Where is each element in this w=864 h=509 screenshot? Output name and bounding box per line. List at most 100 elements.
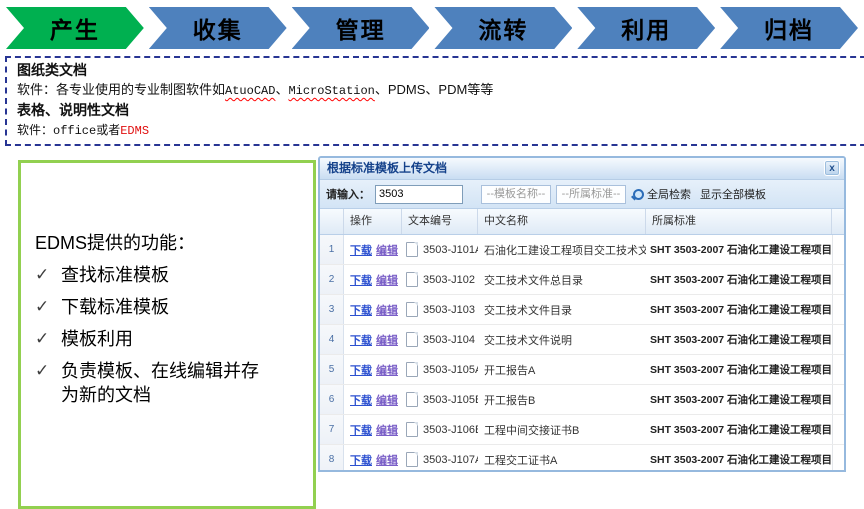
spare-cell bbox=[832, 355, 844, 384]
doc-standard: SHT 3503-2007 石油化工建设工程项目交工... bbox=[646, 415, 832, 444]
edit-link[interactable]: 编辑 bbox=[376, 362, 398, 378]
global-search-label: 全局检索 bbox=[647, 186, 691, 202]
operation-cell: 下载 编辑 bbox=[344, 445, 402, 472]
header-doc-code[interactable]: 文本编号 bbox=[402, 209, 478, 234]
process-step-collect: 收集 bbox=[149, 7, 287, 49]
operation-cell: 下载 编辑 bbox=[344, 265, 402, 294]
table-row[interactable]: 6 下载 编辑 3503-J105B 开工报告B SHT 3503-2007 石… bbox=[320, 385, 844, 415]
download-link[interactable]: 下载 bbox=[350, 362, 372, 378]
document-icon bbox=[406, 392, 418, 407]
spare-cell bbox=[832, 415, 844, 444]
edit-link[interactable]: 编辑 bbox=[376, 302, 398, 318]
process-bar: 产生 收集 管理 流转 利用 归档 bbox=[6, 7, 858, 49]
operation-cell: 下载 编辑 bbox=[344, 235, 402, 264]
edit-link[interactable]: 编辑 bbox=[376, 452, 398, 468]
table-row[interactable]: 7 下载 编辑 3503-J106B 工程中间交接证书B SHT 3503-20… bbox=[320, 415, 844, 445]
table-header: 操作 文本编号 中文名称 所属标准 bbox=[320, 209, 844, 235]
process-step-use: 利用 bbox=[577, 7, 715, 49]
edit-link[interactable]: 编辑 bbox=[376, 242, 398, 258]
table-row[interactable]: 8 下载 编辑 3503-J107A 工程交工证书A SHT 3503-2007… bbox=[320, 445, 844, 472]
document-icon bbox=[406, 302, 418, 317]
document-icon bbox=[406, 422, 418, 437]
doc-standard: SHT 3503-2007 石油化工建设工程项目交工... bbox=[646, 385, 832, 414]
feature-item-label: 模板利用 bbox=[61, 327, 133, 351]
close-icon[interactable]: x bbox=[824, 160, 840, 176]
table-row[interactable]: 4 下载 编辑 3503-J104 交工技术文件说明 SHT 3503-2007… bbox=[320, 325, 844, 355]
check-icon: ✓ bbox=[35, 327, 61, 351]
feature-item: ✓模板利用 bbox=[35, 327, 313, 351]
doc-code: 3503-J106B bbox=[423, 424, 478, 436]
doc-name: 工程交工证书A bbox=[478, 445, 646, 472]
download-link[interactable]: 下载 bbox=[350, 272, 372, 288]
edit-link[interactable]: 编辑 bbox=[376, 272, 398, 288]
doc-name: 交工技术文件目录 bbox=[478, 295, 646, 324]
feature-item: ✓下载标准模板 bbox=[35, 295, 313, 319]
header-chinese-name[interactable]: 中文名称 bbox=[478, 209, 646, 234]
spare-cell bbox=[832, 235, 844, 264]
document-icon bbox=[406, 452, 418, 467]
doc-code-cell: 3503-J101A bbox=[402, 235, 478, 264]
spare-cell bbox=[832, 445, 844, 472]
document-icon bbox=[406, 272, 418, 287]
feature-item-label: 负责模板、在线编辑并存为新的文档 bbox=[61, 359, 267, 407]
doc-standard: SHT 3503-2007 石油化工建设工程项目交工... bbox=[646, 325, 832, 354]
doc-code: 3503-J107A bbox=[423, 454, 478, 466]
edms-feature-list: ✓查找标准模板✓下载标准模板✓模板利用✓负责模板、在线编辑并存为新的文档 bbox=[35, 263, 313, 407]
table-row[interactable]: 5 下载 编辑 3503-J105A 开工报告A SHT 3503-2007 石… bbox=[320, 355, 844, 385]
table-docs-heading: 表格、说明性文档 bbox=[17, 101, 864, 120]
download-link[interactable]: 下载 bbox=[350, 392, 372, 408]
row-number: 4 bbox=[320, 325, 344, 354]
header-standard[interactable]: 所属标准 bbox=[646, 209, 832, 234]
software-autocad: AtuoCAD bbox=[225, 84, 275, 98]
document-icon bbox=[406, 362, 418, 377]
spare-cell bbox=[832, 325, 844, 354]
doc-code-cell: 3503-J105B bbox=[402, 385, 478, 414]
search-toolbar: 请输入： --模板名称-- --所属标准-- 全局检索 显示全部模板 bbox=[320, 180, 844, 209]
drawing-software-prefix: 软件：各专业使用的专业制图软件如 bbox=[17, 82, 225, 97]
table-row[interactable]: 1 下载 编辑 3503-J101A 石油化工建设工程项目交工技术文件封面A S… bbox=[320, 235, 844, 265]
table-row[interactable]: 3 下载 编辑 3503-J103 交工技术文件目录 SHT 3503-2007… bbox=[320, 295, 844, 325]
global-search-button[interactable]: 全局检索 bbox=[631, 186, 691, 202]
edit-link[interactable]: 编辑 bbox=[376, 332, 398, 348]
doc-code-cell: 3503-J102 bbox=[402, 265, 478, 294]
row-number: 5 bbox=[320, 355, 344, 384]
table-software-prefix: 软件：office或者 bbox=[17, 124, 120, 138]
spare-cell bbox=[832, 265, 844, 294]
show-all-templates-button[interactable]: 显示全部模板 bbox=[700, 186, 766, 202]
table-docs-software-line: 软件：office或者EDMS bbox=[17, 120, 864, 141]
doc-code-cell: 3503-J105A bbox=[402, 355, 478, 384]
download-link[interactable]: 下载 bbox=[350, 302, 372, 318]
software-edms: EDMS bbox=[120, 124, 149, 138]
process-step-produce: 产生 bbox=[6, 7, 144, 49]
software-microstation: MicroStation bbox=[288, 84, 374, 98]
doc-standard: SHT 3503-2007 石油化工建设工程项目交工... bbox=[646, 265, 832, 294]
search-input[interactable] bbox=[375, 185, 463, 204]
check-icon: ✓ bbox=[35, 359, 61, 383]
window-titlebar[interactable]: 根据标准模板上传文档 x bbox=[320, 158, 844, 180]
process-step-transfer: 流转 bbox=[434, 7, 572, 49]
doc-code: 3503-J103 bbox=[423, 304, 475, 316]
doc-standard: SHT 3503-2007 石油化工建设工程项目交工... bbox=[646, 445, 832, 472]
drawing-docs-heading: 图纸类文档 bbox=[17, 61, 864, 80]
download-link[interactable]: 下载 bbox=[350, 242, 372, 258]
download-link[interactable]: 下载 bbox=[350, 422, 372, 438]
feature-item-label: 下载标准模板 bbox=[61, 295, 169, 319]
doc-code: 3503-J102 bbox=[423, 274, 475, 286]
edit-link[interactable]: 编辑 bbox=[376, 392, 398, 408]
download-link[interactable]: 下载 bbox=[350, 452, 372, 468]
doc-name: 工程中间交接证书B bbox=[478, 415, 646, 444]
doc-code-cell: 3503-J107A bbox=[402, 445, 478, 472]
doc-code: 3503-J105A bbox=[423, 364, 478, 376]
template-name-filter[interactable]: --模板名称-- bbox=[481, 185, 551, 204]
edit-link[interactable]: 编辑 bbox=[376, 422, 398, 438]
download-link[interactable]: 下载 bbox=[350, 332, 372, 348]
header-operation[interactable]: 操作 bbox=[344, 209, 402, 234]
doc-name: 石油化工建设工程项目交工技术文件封面A bbox=[478, 235, 646, 264]
row-number: 8 bbox=[320, 445, 344, 472]
process-step-archive: 归档 bbox=[720, 7, 858, 49]
separator: 、 bbox=[275, 82, 288, 97]
table-body: 1 下载 编辑 3503-J101A 石油化工建设工程项目交工技术文件封面A S… bbox=[320, 235, 844, 472]
spare-cell bbox=[832, 385, 844, 414]
standard-filter[interactable]: --所属标准-- bbox=[556, 185, 626, 204]
table-row[interactable]: 2 下载 编辑 3503-J102 交工技术文件总目录 SHT 3503-200… bbox=[320, 265, 844, 295]
